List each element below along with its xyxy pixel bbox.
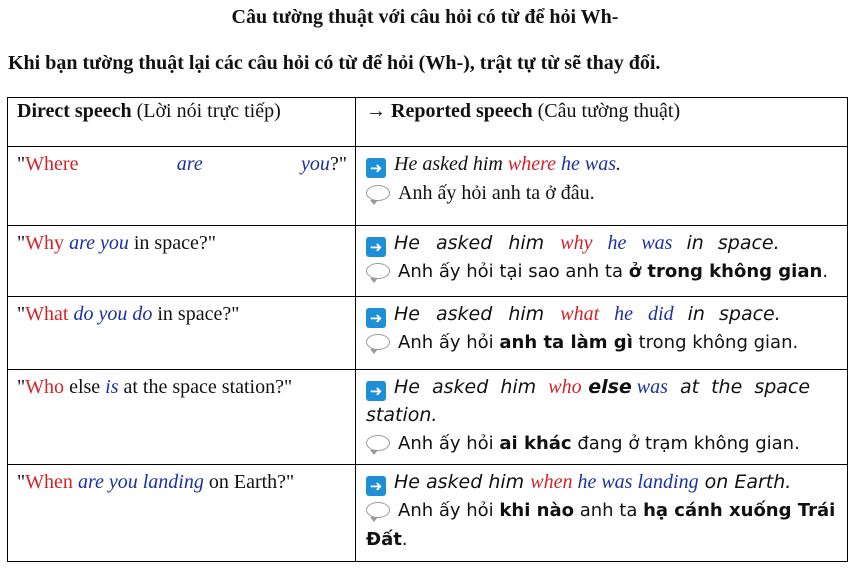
- wh-word: Who: [25, 376, 65, 398]
- quote-open: ": [17, 303, 26, 325]
- speech-bubble-icon: [366, 334, 390, 354]
- vietnamese-highlight: anh ta làm gì: [499, 332, 633, 353]
- page-title: Câu tường thuật với câu hỏi có từ để hỏi…: [231, 6, 619, 28]
- quote-close: ?": [329, 153, 347, 175]
- verb-phrase: is: [105, 376, 119, 398]
- speech-table: Direct speech (Lời nói trực tiếp) → Repo…: [7, 97, 848, 562]
- vietnamese-tail: .: [401, 529, 408, 550]
- direct-cell: "What do you do in space?": [7, 296, 356, 370]
- table-row: "Who else is at the space station?" ➜ He …: [7, 369, 848, 465]
- table-row: "Where are you?" ➜ He asked him where he …: [7, 146, 848, 226]
- vietnamese-middle: anh ta: [573, 500, 644, 521]
- reported-lead: He asked him: [394, 376, 549, 398]
- verb-phrase: do you do: [68, 303, 153, 325]
- verb-phrase: are you landing: [72, 471, 204, 493]
- wh-word: when: [530, 471, 573, 493]
- header-reported-bold: Reported speech: [391, 100, 533, 122]
- right-arrow-icon: ➜: [366, 381, 386, 401]
- reported-tail: in space.: [672, 232, 780, 254]
- question-rest: at the space station?": [118, 376, 293, 398]
- direct-cell: "When are you landing on Earth?": [7, 464, 356, 562]
- vietnamese-highlight: khi nào: [499, 500, 574, 521]
- reported-cell: ➜ He asked him who else was at the space …: [355, 369, 848, 465]
- vietnamese-highlight: ai khác: [499, 433, 572, 454]
- speech-bubble-icon: [366, 185, 390, 205]
- subject: you: [301, 153, 330, 175]
- quote-open: ": [17, 153, 26, 175]
- wh-word: who: [548, 376, 582, 398]
- vietnamese-translation: Anh ấy hỏi tại sao anh ta: [398, 261, 629, 282]
- verb-phrase: are you: [64, 232, 129, 254]
- table-row: "Why are you in space?" ➜ He asked him wh…: [7, 225, 848, 297]
- table-row: "What do you do in space?" ➜ He asked him…: [7, 296, 848, 370]
- vietnamese-tail: đang ở trạm không gian.: [571, 433, 800, 454]
- else-word: else: [64, 376, 106, 398]
- reported-lead: He asked him: [394, 232, 561, 254]
- right-arrow-icon: ➜: [366, 158, 386, 178]
- reported-cell: ➜ He asked him what he did in space. Anh …: [355, 296, 848, 370]
- reported-tail: in space.: [673, 303, 781, 325]
- reported-verb: he was landing: [572, 471, 699, 493]
- reported-verb: he was: [592, 232, 673, 254]
- direct-cell: "Why are you in space?": [7, 225, 356, 297]
- reported-cell: ➜ He asked him when he was landing on Ear…: [355, 464, 848, 562]
- else-word: else: [581, 376, 632, 398]
- question-rest: in space?": [128, 232, 216, 254]
- vietnamese-highlight: ở trong không gian: [628, 261, 823, 282]
- direct-cell: "Who else is at the space station?": [7, 369, 356, 465]
- vietnamese-translation: Anh ấy hỏi: [398, 500, 500, 521]
- wh-word: Why: [25, 232, 65, 254]
- wh-word: Where: [25, 153, 79, 175]
- question-rest: on Earth?": [203, 471, 295, 493]
- table-header-row: Direct speech (Lời nói trực tiếp) → Repo…: [7, 97, 848, 147]
- header-direct-rest: (Lời nói trực tiếp): [131, 100, 281, 122]
- direct-cell: "Where are you?": [7, 146, 356, 226]
- vietnamese-tail: .: [822, 261, 829, 282]
- reported-lead: He asked him: [394, 303, 561, 325]
- wh-word: When: [25, 471, 73, 493]
- header-reported-arrow: →: [366, 100, 391, 122]
- quote-open: ": [17, 376, 26, 398]
- speech-bubble-icon: [366, 435, 390, 455]
- wh-word: What: [25, 303, 69, 325]
- question-rest: in space?": [152, 303, 240, 325]
- wh-word: what: [560, 303, 600, 325]
- speech-bubble-icon: [366, 263, 390, 283]
- speech-bubble-icon: [366, 502, 390, 522]
- reported-cell: ➜ He asked him where he was. Anh ấy hỏi a…: [355, 146, 848, 226]
- header-reported: → Reported speech (Câu tường thuật): [355, 97, 848, 147]
- reported-tail: .: [616, 153, 621, 175]
- quote-open: ": [17, 471, 26, 493]
- intro-text: Khi bạn tường thuật lại các câu hỏi có t…: [8, 52, 661, 74]
- header-direct: Direct speech (Lời nói trực tiếp): [7, 97, 356, 147]
- vietnamese-translation: Anh ấy hỏi: [398, 332, 500, 353]
- right-arrow-icon: ➜: [366, 476, 386, 496]
- reported-tail: on Earth.: [698, 471, 792, 493]
- right-arrow-icon: ➜: [366, 308, 386, 328]
- wh-word: why: [560, 232, 593, 254]
- wh-word: where: [507, 153, 556, 175]
- vietnamese-translation: Anh ấy hỏi anh ta ở đâu.: [398, 182, 595, 204]
- table-row: "When are you landing on Earth?" ➜ He ask…: [7, 464, 848, 562]
- reported-lead: He asked him: [394, 471, 531, 493]
- reported-verb: was: [631, 376, 668, 398]
- header-direct-bold: Direct speech: [17, 100, 132, 122]
- vietnamese-tail: trong không gian.: [632, 332, 799, 353]
- quote-open: ": [17, 232, 26, 254]
- verb-phrase: are: [176, 153, 203, 175]
- right-arrow-icon: ➜: [366, 237, 386, 257]
- reported-lead: He asked him: [394, 153, 508, 175]
- vietnamese-translation: Anh ấy hỏi: [398, 433, 500, 454]
- reported-verb: he did: [599, 303, 674, 325]
- reported-verb: he was: [556, 153, 616, 175]
- reported-cell: ➜ He asked him why he was in space. Anh ấ…: [355, 225, 848, 297]
- header-reported-rest: (Câu tường thuật): [532, 100, 681, 122]
